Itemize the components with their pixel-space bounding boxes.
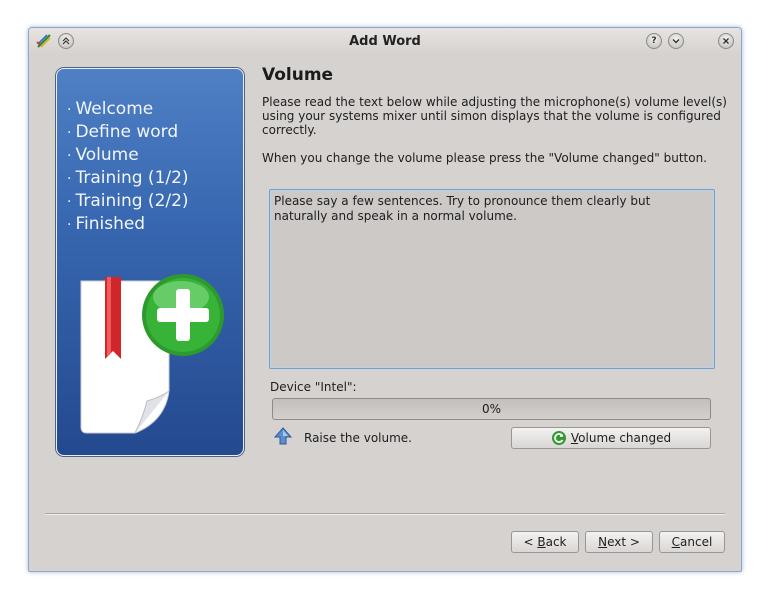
- arrow-up-icon: [273, 427, 293, 445]
- step-item: · Training (2/2): [67, 191, 189, 211]
- prompt-text-area[interactable]: Please say a few sentences. Try to prono…: [269, 189, 715, 369]
- device-label: Device "Intel":: [270, 380, 357, 394]
- refresh-icon: [551, 431, 566, 445]
- volume-hint: Raise the volume.: [304, 431, 412, 445]
- title-bar[interactable]: Add Word ?: [29, 28, 741, 54]
- volume-note-text: When you change the volume please press …: [262, 151, 707, 165]
- add-document-icon: [80, 274, 224, 434]
- next-button[interactable]: Next >: [585, 531, 653, 553]
- add-word-dialog: Add Word ? · Welcome · Define word · Volume…: [28, 27, 742, 572]
- step-item: · Finished: [67, 214, 146, 234]
- step-item: · Welcome: [67, 99, 154, 119]
- step-item: · Training (1/2): [67, 168, 189, 188]
- volume-level-bar: 0%: [272, 398, 711, 420]
- volume-level-text: 0%: [481, 402, 502, 416]
- prompt-text: Please say a few sentences. Try to prono…: [274, 194, 651, 223]
- window-title: Add Word: [349, 34, 421, 49]
- minimize-icon[interactable]: [668, 33, 684, 49]
- separator: [45, 513, 725, 515]
- close-icon[interactable]: [718, 33, 734, 49]
- wizard-steps: · Welcome · Define word · Volume · Training …: [67, 98, 189, 236]
- instructions-text: Please read the text below while adjusti…: [262, 95, 727, 137]
- step-item: · Volume: [67, 145, 139, 165]
- back-button[interactable]: < Back: [511, 531, 579, 553]
- help-icon[interactable]: ?: [646, 33, 662, 49]
- volume-changed-button[interactable]: Volume changed: [511, 427, 711, 449]
- step-item: · Define word: [67, 122, 179, 142]
- wizard-sidebar: · Welcome · Define word · Volume · Training …: [56, 68, 244, 456]
- cancel-button[interactable]: Cancel: [659, 531, 725, 553]
- page-title: Volume: [262, 65, 334, 85]
